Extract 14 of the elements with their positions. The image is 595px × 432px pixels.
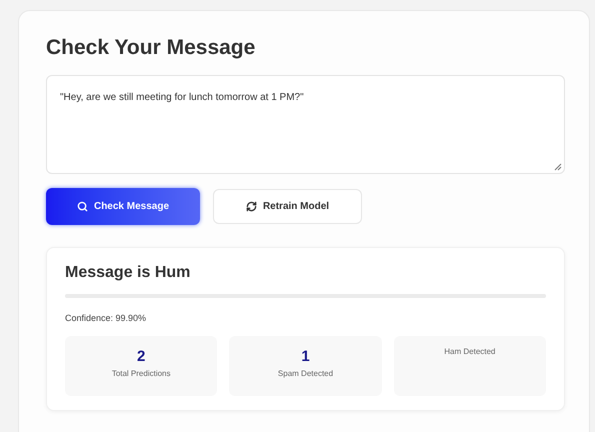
- refresh-icon: [246, 201, 257, 212]
- retrain-model-button[interactable]: Retrain Model: [213, 189, 362, 224]
- page-title: Check Your Message: [46, 35, 256, 61]
- search-icon: [76, 201, 88, 212]
- stat-label: Total Predictions: [112, 368, 171, 380]
- check-message-button[interactable]: Check Message: [46, 188, 200, 225]
- stat-value: 2: [136, 348, 146, 366]
- confidence-text: Confidence: 99.90%: [65, 312, 148, 325]
- message-field[interactable]: "Hey, are we still meeting for lunch tomorrow at 1 PM?": [46, 75, 565, 174]
- stat-value: 1: [301, 348, 310, 366]
- result-title: Message is Hum: [65, 263, 192, 283]
- resize-handle-icon[interactable]: [554, 163, 562, 171]
- stat-label: Spam Detected: [278, 368, 334, 380]
- stat-label: Ham Detected: [444, 346, 496, 358]
